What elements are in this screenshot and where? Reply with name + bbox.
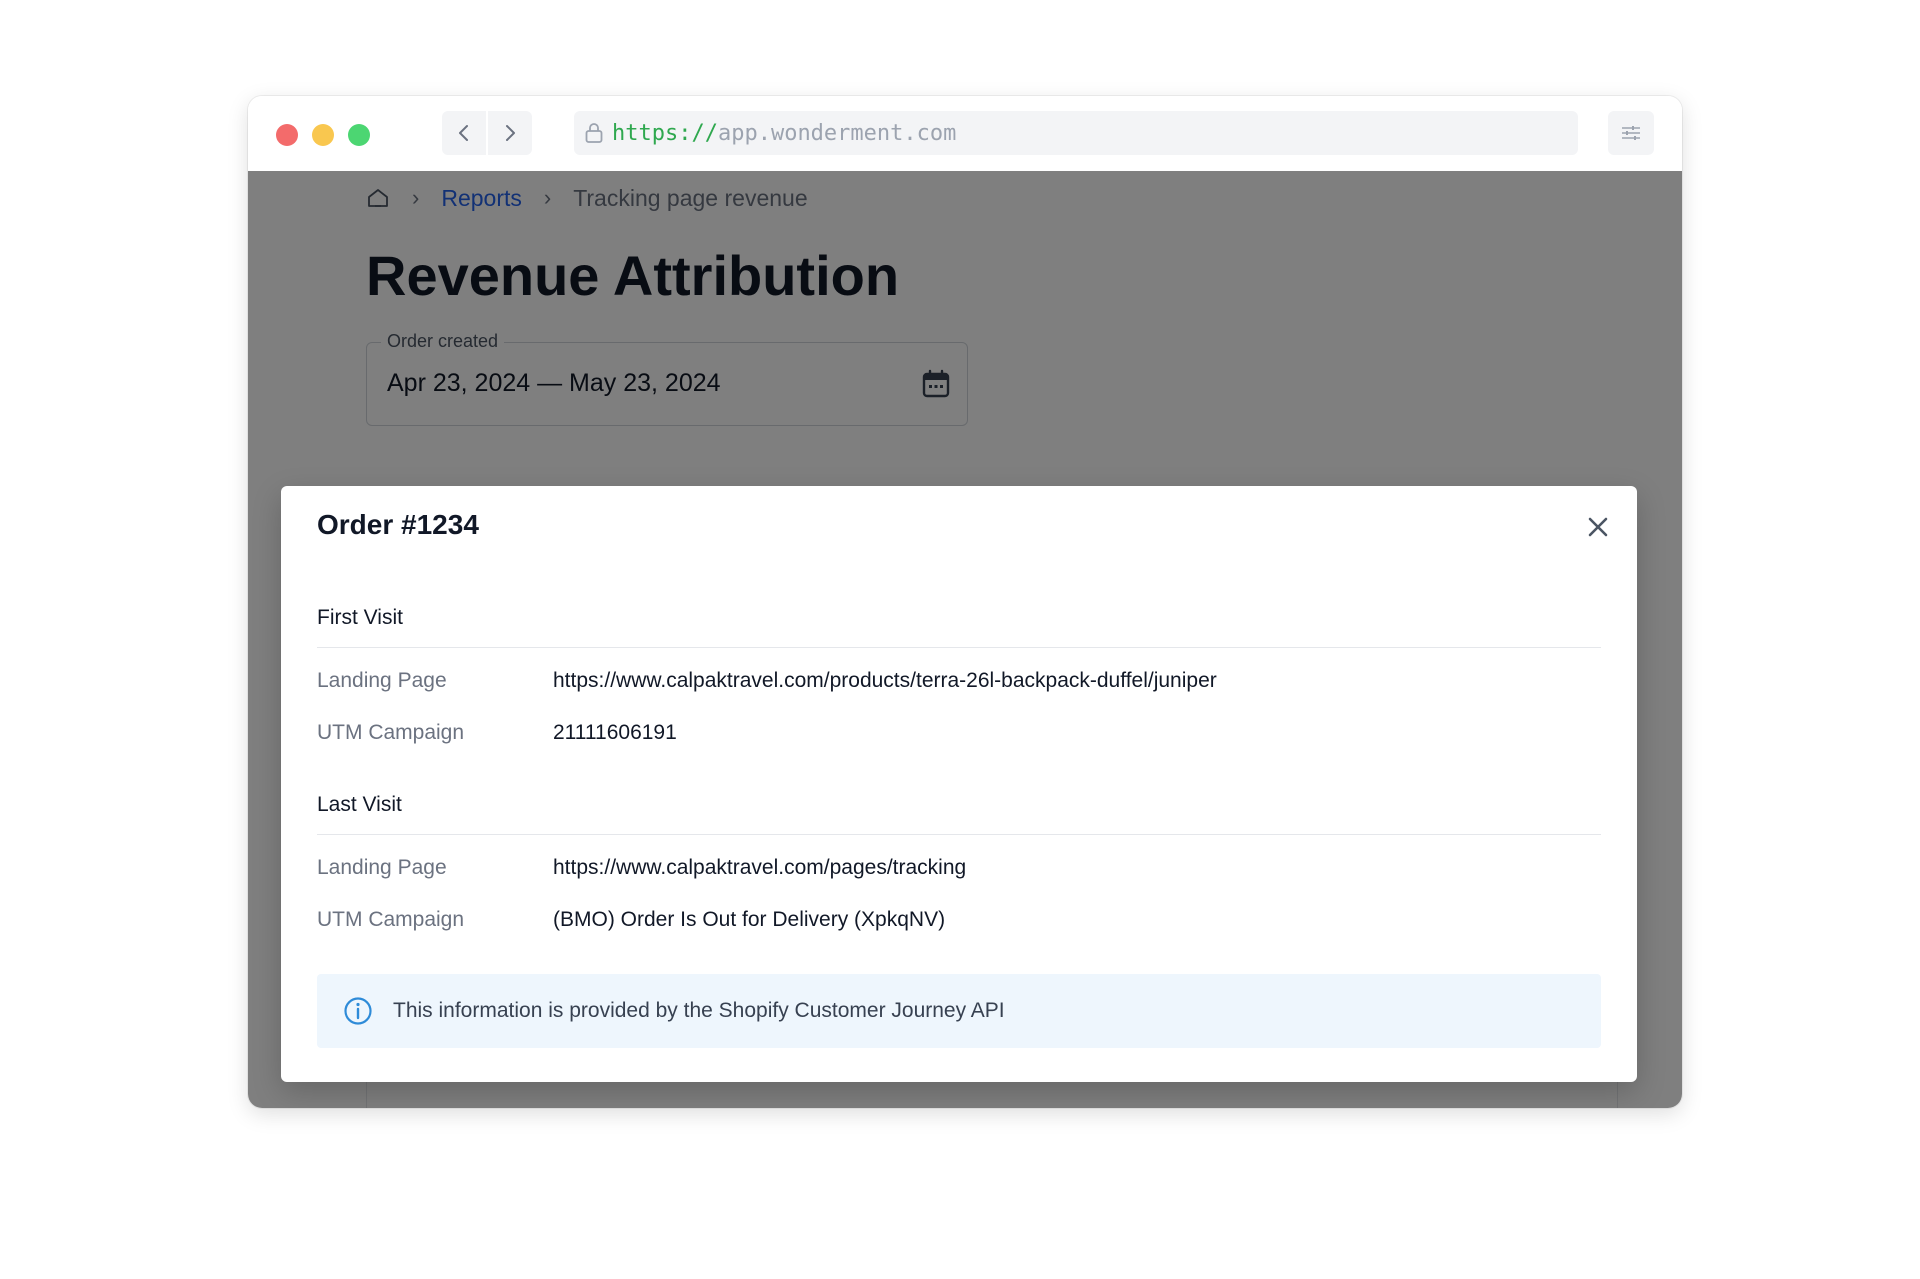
info-banner-text: This information is provided by the Shop… [393,999,1005,1022]
first-visit-divider [317,647,1601,648]
first-visit-landing-page-label: Landing Page [317,669,447,692]
window-maximize-dot[interactable] [348,124,370,146]
last-visit-divider [317,834,1601,835]
first-visit-utm-campaign-value: 21111606191 [553,721,677,744]
page-viewport: › Reports › Tracking page revenue Revenu… [248,171,1682,1108]
back-button[interactable] [442,111,486,155]
first-visit-landing-page-value: https://www.calpaktravel.com/products/te… [553,669,1217,692]
modal-close-button[interactable] [1583,512,1613,542]
browser-settings-button[interactable] [1608,111,1654,155]
last-visit-utm-campaign-value: (BMO) Order Is Out for Delivery (XpkqNV) [553,908,946,931]
last-visit-utm-campaign-label: UTM Campaign [317,908,465,931]
address-bar[interactable]: https://app.wonderment.com [574,111,1578,155]
modal-title: Order #1234 [317,509,479,540]
chevron-left-icon [459,125,468,141]
sliders-icon [1622,126,1640,140]
info-banner: This information is provided by the Shop… [317,974,1601,1048]
window-minimize-dot[interactable] [312,124,334,146]
chevron-right-icon [506,125,515,141]
forward-button[interactable] [488,111,532,155]
last-visit-heading: Last Visit [317,793,402,816]
first-visit-utm-campaign-label: UTM Campaign [317,721,465,744]
last-visit-landing-page-label: Landing Page [317,856,447,879]
url-host: app.wonderment.com [717,120,957,146]
browser-toolbar: https://app.wonderment.com [248,96,1682,171]
order-details-modal: Order #1234 First Visit Landing Page htt… [281,486,1637,1082]
lock-icon [584,122,604,144]
last-visit-landing-page-value: https://www.calpaktravel.com/pages/track… [553,856,967,879]
info-icon [343,996,373,1026]
first-visit-heading: First Visit [317,606,403,629]
window-close-dot[interactable] [276,124,298,146]
browser-window: https://app.wonderment.com › Reports › T… [248,96,1682,1108]
url-scheme: https:// [612,120,718,146]
close-icon [1588,517,1608,537]
